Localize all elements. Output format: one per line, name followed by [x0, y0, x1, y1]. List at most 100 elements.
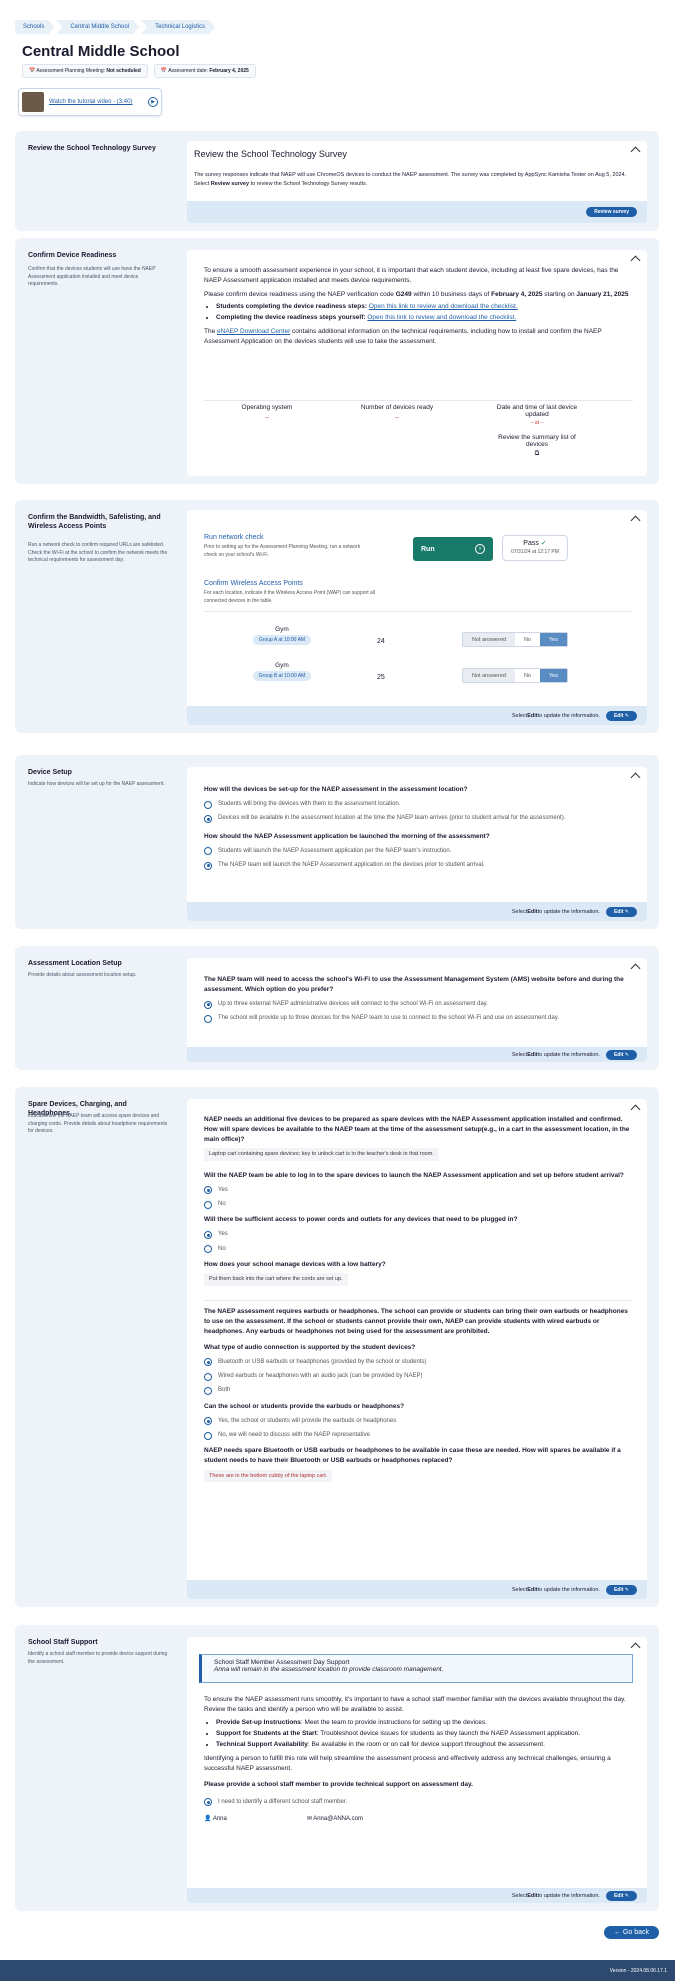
collapse-icon[interactable]	[630, 1104, 641, 1115]
edit-button[interactable]: Edit ✎	[605, 1049, 637, 1060]
section-desc: Confirm that the devices students will u…	[28, 266, 156, 287]
radio-option[interactable]: Yes	[204, 1230, 633, 1240]
answer-text: Put them back into the cart where the co…	[204, 1273, 348, 1286]
question: What type of audio connection is support…	[204, 1343, 416, 1351]
radio-option[interactable]: The school will provide up to three devi…	[204, 1014, 633, 1024]
wap-answer-group: Not answered No Yes	[462, 668, 568, 683]
location-setup-section: Assessment Location Setup Provide detail…	[15, 946, 659, 1070]
device-setup-body: How will the devices be set-up for the N…	[204, 785, 633, 875]
go-back-button[interactable]: ← Go back	[603, 1926, 659, 1939]
survey-card: Review the School Technology Survey The …	[187, 141, 647, 223]
breadcrumb-current: Technical Logistics	[141, 20, 215, 34]
download-center-text: The eNAEP Download Center contains addit…	[204, 328, 602, 346]
question: Can the school or students provide the e…	[204, 1402, 405, 1410]
staff-name: Anna	[212, 1815, 227, 1822]
section-heading: Review the School Technology Survey	[28, 145, 156, 152]
verification-text: Please confirm device readiness using th…	[204, 291, 629, 299]
radio-option[interactable]: Students will launch the NAEP Assessment…	[204, 847, 633, 856]
radio-option[interactable]: Bluetooth or USB earbuds or headphones (…	[204, 1358, 633, 1367]
checklist-bullets: Students completing the device readiness…	[204, 302, 633, 323]
run-check-desc: Prior to setting up for the Assessment P…	[204, 544, 361, 558]
intro-text: To ensure a smooth assessment experience…	[204, 267, 619, 285]
spare-devices-card: NAEP needs an additional five devices to…	[187, 1099, 647, 1599]
tutorial-video-button[interactable]: Watch the tutorial video - (3:40) ▶	[18, 88, 162, 116]
bandwidth-section: Confirm the Bandwidth, Safelisting, and …	[15, 500, 659, 733]
spare-devices-body: NAEP needs an additional five devices to…	[204, 1115, 633, 1486]
spare-devices-section: Spare Devices, Charging, and Headphones …	[15, 1087, 659, 1607]
play-icon: ▶	[148, 97, 158, 107]
device-setup-card: How will the devices be set-up for the N…	[187, 767, 647, 921]
staff-contact: 👤 Anna ✉ Anna@ANNA.com	[204, 1815, 633, 1824]
section-heading: Confirm the Bandwidth, Safelisting, and …	[28, 514, 161, 531]
collapse-icon[interactable]	[630, 146, 641, 157]
yes-option[interactable]: Yes	[539, 633, 567, 646]
radio-option[interactable]: No	[204, 1200, 633, 1209]
radio-option[interactable]: Students will bring the devices with the…	[204, 800, 633, 809]
no-option[interactable]: No	[515, 669, 540, 682]
collapse-icon[interactable]	[630, 1642, 641, 1653]
collapse-icon[interactable]	[630, 963, 641, 974]
checklist-link-self[interactable]: Open this link to review and download th…	[367, 314, 516, 321]
summary-list-label: Review the summary list of devices	[498, 434, 576, 448]
arrow-left-icon: ←	[613, 1929, 621, 1936]
radio-option[interactable]: The NAEP team will launch the NAEP Asses…	[204, 861, 633, 870]
radio-option[interactable]: No	[204, 1245, 633, 1254]
meta-row: 📅 Assessment Planning Meeting: Not sched…	[22, 64, 256, 78]
edit-button[interactable]: Edit ✎	[605, 1584, 637, 1595]
section-desc: Indicate how devices will be set up for …	[28, 781, 165, 787]
collapse-icon[interactable]	[630, 772, 641, 783]
breadcrumb-school[interactable]: Central Middle School	[56, 20, 139, 34]
radio-option[interactable]: Yes, the school or students will provide…	[204, 1417, 633, 1426]
page-title: Central Middle School	[22, 43, 180, 60]
survey-text: The survey responses indicate that NAEP …	[194, 172, 627, 187]
open-summary-icon[interactable]: ⧉	[487, 450, 587, 458]
radio-option[interactable]: Both	[204, 1386, 633, 1396]
question: The NAEP team will need to access the sc…	[204, 976, 624, 994]
radio-option[interactable]: Up to three external NAEP administrative…	[204, 1000, 633, 1009]
divider	[204, 1299, 633, 1301]
staff-info-box: School Staff Member Assessment Day Suppo…	[199, 1654, 633, 1683]
radio-option[interactable]: I need to identify a different school st…	[204, 1798, 633, 1807]
breadcrumb-schools[interactable]: Schools	[15, 20, 54, 34]
staff-support-section: School Staff Support Identify a school s…	[15, 1625, 659, 1911]
collapse-icon[interactable]	[630, 255, 641, 266]
collapse-icon[interactable]	[630, 515, 641, 526]
answer-text: Laptop cart containing spare devices; ke…	[204, 1148, 439, 1161]
section-desc: Identify a school staff member to provid…	[28, 1651, 168, 1665]
devices-ready-column: Number of devices ready --	[360, 404, 434, 421]
os-column: Operating system --	[241, 404, 293, 421]
download-center-link[interactable]: eNAEP Download Center	[217, 328, 290, 335]
no-option[interactable]: No	[515, 633, 540, 646]
yes-option[interactable]: Yes	[539, 669, 567, 682]
wap-row: Gym Group B at 10:00 AM	[242, 662, 322, 681]
staff-body: To ensure the NAEP assessment runs smoot…	[204, 1695, 633, 1824]
edit-button[interactable]: Edit ✎	[605, 906, 637, 917]
role-text: Identifying a person to fulfill this rol…	[204, 1755, 611, 1773]
question: Please provide a school staff member to …	[204, 1781, 473, 1789]
wap-desc: For each location, indicate if the Wirel…	[204, 590, 375, 604]
edit-button[interactable]: Edit ✎	[605, 710, 637, 721]
radio-option[interactable]: Devices will be available in the assessm…	[204, 814, 633, 823]
section-heading: Confirm Device Readiness	[28, 252, 117, 259]
radio-option[interactable]: Yes	[204, 1186, 633, 1195]
card-title: Review the School Technology Survey	[194, 149, 347, 159]
radio-option[interactable]: No, we will need to discuss with the NAE…	[204, 1431, 633, 1440]
not-answered-option[interactable]: Not answered	[463, 669, 515, 682]
last-updated-column: Date and time of last device updated -- …	[487, 404, 587, 458]
checklist-link-students[interactable]: Open this link to review and download th…	[369, 303, 518, 310]
radio-option[interactable]: Wired earbuds or headphones with an audi…	[204, 1372, 633, 1381]
headphones-info: The NAEP assessment requires earbuds or …	[204, 1307, 628, 1335]
device-count: 25	[377, 674, 385, 681]
card-footer: Select Edit to update the information. E…	[187, 1580, 647, 1599]
readiness-body: To ensure a smooth assessment experience…	[204, 266, 633, 347]
edit-button[interactable]: Edit ✎	[605, 1890, 637, 1901]
not-answered-option[interactable]: Not answered	[463, 633, 515, 646]
survey-section: Review the School Technology Survey Revi…	[15, 131, 659, 231]
review-survey-button[interactable]: Review survey	[586, 207, 637, 217]
email-icon: ✉	[306, 1815, 312, 1822]
location-setup-card: The NAEP team will need to access the sc…	[187, 958, 647, 1062]
wap-row: Gym Group A at 10:00 AM	[242, 626, 322, 645]
run-network-check-button[interactable]: Run ›	[413, 537, 493, 561]
section-desc: Indicate how the NAEP team will access s…	[28, 1113, 168, 1134]
task-bullets: Provide Set-up Instructions: Meet the te…	[204, 1718, 633, 1750]
